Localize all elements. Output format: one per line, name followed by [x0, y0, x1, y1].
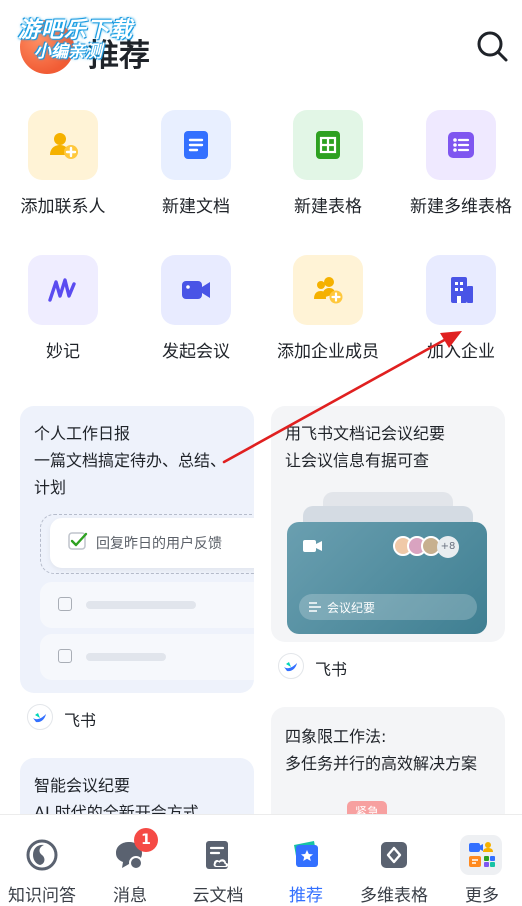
tab-messages[interactable]: 消息 — [86, 815, 174, 906]
message-unread-badge: 1 — [134, 828, 158, 852]
tab-base[interactable]: 多维表格 — [350, 815, 438, 906]
tab-knowledge-qa[interactable]: 知识问答 — [0, 815, 86, 906]
tab-label: 多维表格 — [360, 886, 428, 906]
base-icon — [381, 842, 407, 868]
tab-recommend[interactable]: 推荐 — [262, 815, 350, 906]
cloud-docs-icon — [206, 841, 229, 869]
tab-label: 云文档 — [192, 886, 244, 906]
tab-label: 推荐 — [289, 886, 323, 906]
tab-label: 消息 — [113, 886, 147, 906]
tab-label: 更多 — [465, 886, 499, 906]
knowledge-qa-icon — [26, 839, 58, 871]
tab-more[interactable]: 更多 — [438, 815, 522, 906]
recommend-icon — [294, 841, 318, 867]
tab-label: 知识问答 — [8, 886, 76, 906]
more-apps-icon — [469, 842, 495, 867]
bottom-tab-bar: 知识问答 消息 云文档 推荐 多维表格 更多 — [0, 814, 522, 906]
tab-cloud-docs[interactable]: 云文档 — [174, 815, 262, 906]
annotation-arrow — [222, 331, 462, 464]
